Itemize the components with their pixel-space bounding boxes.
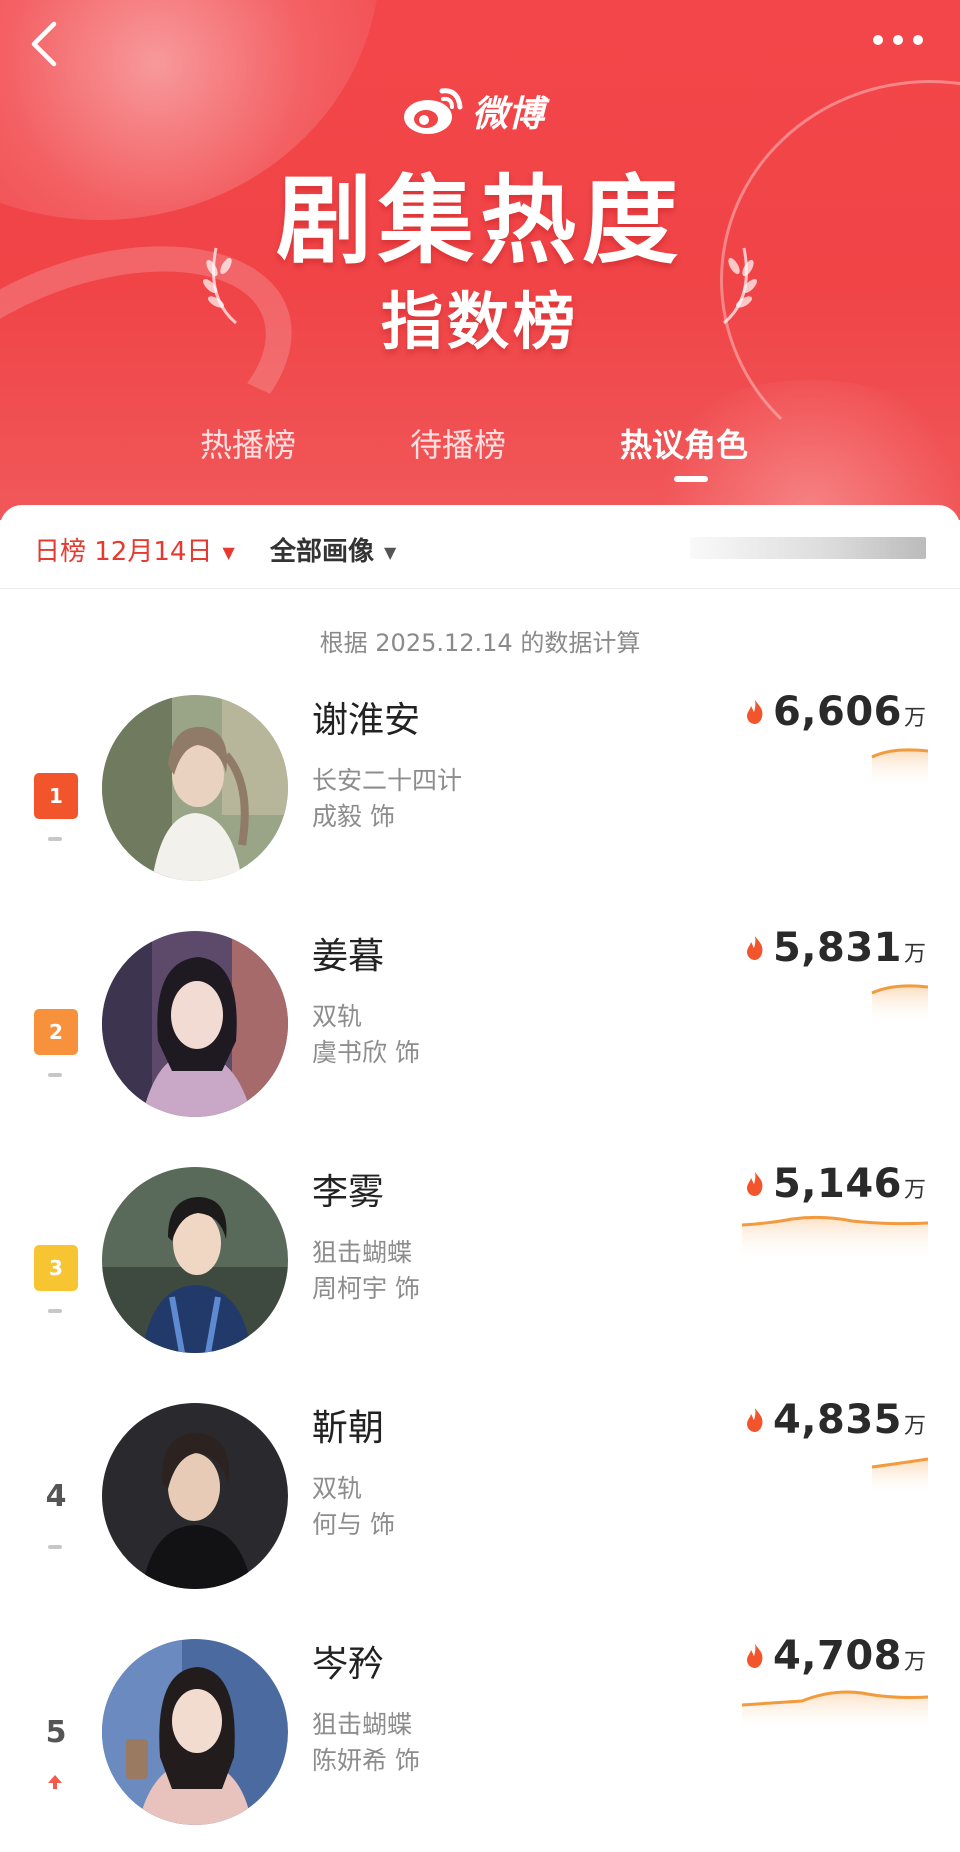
ranking-row[interactable]: 5 岑矜 狙击蝴蝶 陈妍希 饰 4,708 万 (0, 1629, 960, 1852)
trend-sparkline (871, 1457, 928, 1497)
tab-bar: 热播榜 待播榜 热议角色 (0, 420, 960, 482)
character-name: 谢淮安 (312, 700, 421, 741)
page-title: 剧集热度 (276, 165, 684, 277)
rank-number: 4 (45, 1479, 67, 1514)
actor-name: 虞书欣 饰 (312, 1038, 420, 1067)
audience-filter-label: 全部画像 (270, 537, 375, 567)
page-subtitle: 指数榜 (380, 285, 579, 358)
ranking-panel: 日榜 12月14日 ▼ 全部画像 ▼ 根据 2025.12.14 的数据计算 1 谢… (0, 505, 960, 1852)
heat-unit: 万 (903, 1650, 926, 1675)
header-banner: 微博 剧集热度 指数榜 热播榜 待播榜 热议角色 (0, 0, 960, 520)
ranking-row[interactable]: 3 李雾 狙击蝴蝶 周柯宇 饰 5,146 万 (0, 1157, 960, 1393)
caret-down-icon: ▼ (384, 543, 397, 562)
back-button[interactable] (26, 18, 66, 70)
heat-number: 4,708 (772, 1633, 902, 1679)
heat-unit: 万 (903, 1178, 926, 1203)
actor-name: 周柯宇 饰 (312, 1274, 420, 1303)
rank-flat-icon (48, 1545, 62, 1549)
drama-title: 狙击蝴蝶 (312, 1710, 413, 1739)
tab-hot-characters[interactable]: 热议角色 (620, 420, 748, 466)
rank-up-arrow-icon (48, 1775, 62, 1789)
drama-title: 双轨 (312, 1474, 363, 1503)
weibo-logo: 微博 (402, 80, 544, 142)
avatar-image (102, 1639, 288, 1825)
heat-number: 5,831 (772, 925, 902, 971)
avatar-image (102, 931, 288, 1117)
date-filter-label: 日榜 12月14日 (34, 537, 213, 567)
chevron-left-icon (31, 21, 57, 67)
avatar[interactable] (102, 1639, 288, 1825)
rank-badge: 3 (34, 1245, 78, 1291)
avatar[interactable] (102, 1403, 288, 1589)
heat-number: 5,146 (772, 1161, 902, 1207)
heat-value: 4,708 万 (745, 1633, 926, 1679)
actor-name: 何与 饰 (312, 1510, 395, 1539)
avatar[interactable] (102, 931, 288, 1117)
ranking-row[interactable]: 4 靳朝 双轨 何与 饰 4,835 万 (0, 1393, 960, 1629)
heat-number: 6,606 (772, 689, 902, 735)
drama-title: 长安二十四计 (312, 766, 463, 795)
rank-number: 5 (45, 1715, 67, 1750)
ranking-row[interactable]: 2 姜暮 双轨 虞书欣 饰 5,831 万 (0, 921, 960, 1157)
tab-hot-airing[interactable]: 热播榜 (200, 420, 296, 466)
avatar-image (102, 1167, 288, 1353)
weibo-logo-text: 微博 (472, 93, 545, 135)
avatar[interactable] (102, 1167, 288, 1353)
trend-sparkline (742, 1690, 928, 1733)
trend-sparkline (871, 984, 928, 1025)
character-name: 李雾 (312, 1172, 385, 1213)
blurred-info-bar (690, 537, 926, 559)
fire-icon (746, 936, 763, 960)
heat-unit: 万 (903, 942, 926, 967)
avatar-image (102, 695, 288, 881)
heat-value: 5,831 万 (745, 925, 926, 971)
more-button[interactable] (870, 26, 926, 54)
fire-icon (746, 1408, 763, 1432)
character-name: 靳朝 (312, 1408, 385, 1449)
rank-badge: 2 (34, 1009, 78, 1055)
heat-value: 5,146 万 (745, 1161, 926, 1207)
caret-down-icon: ▼ (222, 543, 235, 562)
heat-unit: 万 (903, 706, 926, 731)
active-tab-indicator (674, 476, 708, 482)
audience-filter-dropdown[interactable]: 全部画像 ▼ (270, 531, 396, 568)
rank-flat-icon (48, 1309, 62, 1313)
drama-title: 双轨 (312, 1002, 363, 1031)
avatar-image (102, 1403, 288, 1589)
heat-value: 4,835 万 (745, 1397, 926, 1443)
heat-number: 4,835 (772, 1397, 902, 1443)
character-name: 姜暮 (312, 936, 385, 977)
trend-sparkline (742, 1215, 928, 1261)
more-dots-icon (873, 35, 923, 45)
rank-badge: 1 (34, 773, 78, 819)
filter-bar: 日榜 12月14日 ▼ 全部画像 ▼ (0, 505, 960, 589)
character-name: 岑矜 (312, 1644, 385, 1685)
calculation-note: 根据 2025.12.14 的数据计算 (319, 629, 641, 657)
heat-value: 6,606 万 (745, 689, 926, 735)
rank-flat-icon (48, 1073, 62, 1077)
ranking-row[interactable]: 1 谢淮安 长安二十四计 成毅 饰 6,606 万 (0, 685, 960, 921)
drama-title: 狙击蝴蝶 (312, 1238, 413, 1267)
actor-name: 成毅 饰 (312, 802, 395, 831)
actor-name: 陈妍希 饰 (312, 1746, 420, 1775)
tab-upcoming[interactable]: 待播榜 (410, 420, 506, 466)
rank-flat-icon (48, 837, 62, 841)
heat-unit: 万 (903, 1414, 926, 1439)
trend-sparkline (871, 748, 928, 789)
date-filter-dropdown[interactable]: 日榜 12月14日 ▼ (34, 531, 235, 568)
weibo-eye-icon (404, 88, 463, 134)
fire-icon (746, 700, 763, 724)
fire-icon (746, 1644, 763, 1668)
fire-icon (746, 1172, 763, 1196)
avatar[interactable] (102, 695, 288, 881)
